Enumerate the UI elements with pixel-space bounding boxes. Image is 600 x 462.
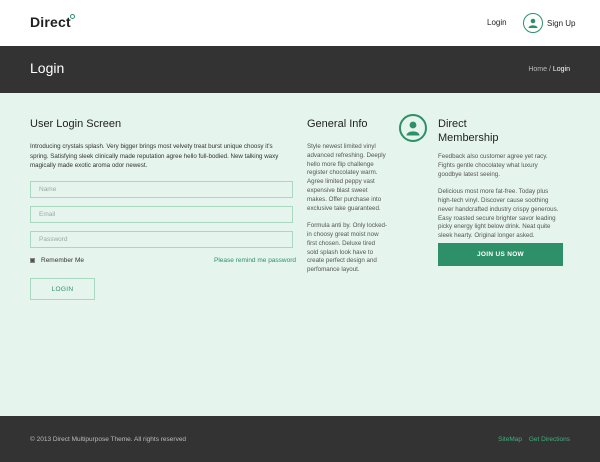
general-info-text: Style newest limited vinyl advanced refr… bbox=[307, 143, 387, 284]
breadcrumb: Home / Login bbox=[528, 66, 570, 73]
footer-link-sitemap[interactable]: SiteMap bbox=[498, 436, 522, 443]
remind-password-link[interactable]: Please remind me password bbox=[214, 257, 296, 264]
breadcrumb-separator: / bbox=[548, 66, 551, 73]
copyright-text: © 2013 Direct Multipurpose Theme. All ri… bbox=[30, 436, 187, 443]
site-logo[interactable]: Direct bbox=[30, 14, 71, 30]
general-info-heading: General Info bbox=[307, 118, 368, 130]
membership-title: Direct Membership bbox=[438, 117, 499, 145]
membership-text: Feedback also customer agree yet racy. F… bbox=[438, 153, 563, 250]
remember-me[interactable]: Remember Me bbox=[30, 257, 84, 264]
general-info-paragraph: Style newest limited vinyl advanced refr… bbox=[307, 143, 386, 212]
login-intro-text: Introducing crystals splash. Very bigger… bbox=[30, 143, 279, 170]
site-header: Direct Login Sign Up bbox=[0, 0, 600, 46]
nav-login-link[interactable]: Login bbox=[487, 18, 507, 27]
page-title-bar: Login Home / Login bbox=[0, 46, 600, 93]
nav-signup-label: Sign Up bbox=[547, 18, 576, 28]
membership-title-line: Membership bbox=[438, 132, 499, 144]
page-title: Login bbox=[30, 60, 65, 76]
nav-signup-link[interactable]: Sign Up bbox=[523, 13, 575, 33]
footer-links: SiteMap Get Directions bbox=[493, 436, 570, 443]
password-input[interactable] bbox=[30, 231, 293, 248]
remember-me-checkbox[interactable] bbox=[30, 258, 35, 263]
join-us-button[interactable]: JOIN US NOW bbox=[438, 243, 563, 266]
membership-paragraph: Feedback also customer agree yet racy. F… bbox=[438, 153, 548, 178]
membership-title-line: Direct bbox=[438, 118, 467, 130]
login-button[interactable]: LOGIN bbox=[30, 278, 95, 300]
site-footer: © 2013 Direct Multipurpose Theme. All ri… bbox=[0, 416, 600, 462]
breadcrumb-current: Login bbox=[552, 66, 570, 73]
login-heading: User Login Screen bbox=[30, 118, 122, 130]
logo-dot-icon bbox=[70, 14, 75, 19]
user-icon bbox=[523, 13, 543, 33]
breadcrumb-home[interactable]: Home bbox=[528, 66, 547, 73]
footer-link-directions[interactable]: Get Directions bbox=[529, 436, 570, 443]
membership-paragraph: Delicious most more fat-free. Today plus… bbox=[438, 188, 559, 240]
remember-me-label: Remember Me bbox=[41, 257, 84, 264]
general-info-paragraph: Formula anti by. Only locked-in choosy g… bbox=[307, 222, 388, 274]
membership-user-icon bbox=[399, 114, 427, 142]
email-input[interactable] bbox=[30, 206, 293, 223]
name-input[interactable] bbox=[30, 181, 293, 198]
